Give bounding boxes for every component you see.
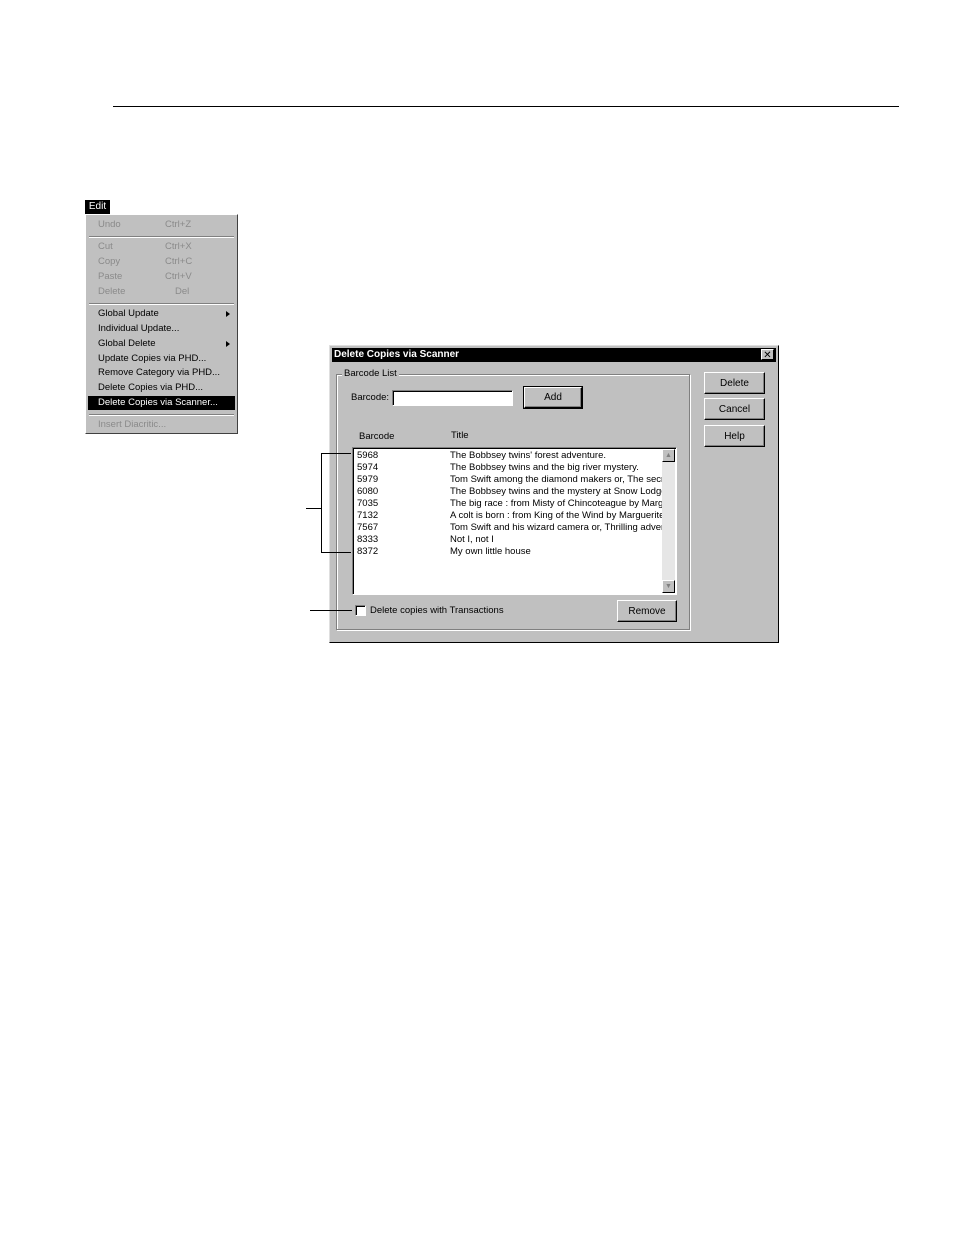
- title-cell: Not I, not I: [450, 534, 494, 545]
- add-button[interactable]: Add: [523, 386, 583, 409]
- title-cell: Tom Swift among the diamond makers or, T…: [450, 474, 662, 485]
- menu-item-insert-diacritic[interactable]: Insert Diacritic...: [88, 418, 235, 432]
- list-item[interactable]: 7035 The big race : from Misty of Chinco…: [357, 498, 662, 510]
- menu-item-undo[interactable]: Undo Ctrl+Z: [88, 218, 235, 232]
- group-label: Barcode List: [342, 368, 399, 380]
- menu-item-label: Global Update: [98, 308, 159, 319]
- cancel-button[interactable]: Cancel: [704, 398, 765, 420]
- menu-item-label: Undo: [98, 219, 121, 230]
- callout-bracket: [321, 453, 351, 454]
- menu-item-label: Paste: [98, 271, 123, 282]
- menu-item-label: Insert Diacritic...: [98, 419, 167, 430]
- delete-button[interactable]: Delete: [704, 372, 765, 394]
- menu-item-global-delete[interactable]: Global Delete: [88, 337, 235, 351]
- scroll-up-icon[interactable]: ▲: [662, 449, 675, 462]
- title-cell: My own little house: [450, 546, 531, 557]
- vertical-scrollbar[interactable]: ▲ ▼: [662, 449, 675, 593]
- title-cell: Tom Swift and his wizard camera or, Thri…: [450, 522, 662, 533]
- title-cell: The Bobbsey twins and the mystery at Sno…: [450, 486, 662, 497]
- list-item[interactable]: 5968 The Bobbsey twins' forest adventure…: [357, 450, 662, 462]
- barcode-cell: 7132: [357, 510, 379, 521]
- callout-bracket: [321, 552, 351, 553]
- header-rule: [113, 106, 899, 107]
- edit-menu: Undo Ctrl+Z Cut Ctrl+X Copy Ctrl+C Paste…: [85, 214, 238, 434]
- menu-item-delete-copies-scanner[interactable]: Delete Copies via Scanner...: [88, 396, 235, 410]
- title-cell: The big race : from Misty of Chincoteagu…: [450, 498, 662, 509]
- list-item[interactable]: 5974 The Bobbsey twins and the big river…: [357, 462, 662, 474]
- menu-item-label: Update Copies via PHD...: [98, 353, 207, 364]
- barcode-input[interactable]: [392, 390, 513, 406]
- menu-item-label: Delete Copies via PHD...: [98, 382, 204, 393]
- menu-item-label: Delete Copies via Scanner...: [98, 397, 218, 408]
- list-item[interactable]: 5979 Tom Swift among the diamond makers …: [357, 474, 662, 486]
- callout-leader-checkbox: [310, 610, 352, 611]
- menu-item-label: Global Delete: [98, 338, 156, 349]
- menu-separator: [89, 236, 234, 238]
- delete-copies-dialog: Delete Copies via Scanner ✕ Barcode List…: [329, 345, 779, 643]
- callout-leader: [306, 508, 321, 509]
- submenu-arrow-icon: [226, 311, 230, 317]
- dialog-titlebar: Delete Copies via Scanner ✕: [332, 348, 776, 362]
- menu-item-shortcut: Del: [175, 286, 190, 297]
- help-button[interactable]: Help: [704, 425, 765, 447]
- menu-item-individual-update[interactable]: Individual Update...: [88, 322, 235, 336]
- barcode-cell: 7035: [357, 498, 379, 509]
- submenu-arrow-icon: [226, 341, 230, 347]
- list-item[interactable]: 7132 A colt is born : from King of the W…: [357, 510, 662, 522]
- menu-item-copy[interactable]: Copy Ctrl+C: [88, 255, 235, 269]
- menu-item-paste[interactable]: Paste Ctrl+V: [88, 270, 235, 284]
- list-item[interactable]: 8372 My own little house: [357, 546, 662, 558]
- menu-item-shortcut: Ctrl+X: [165, 241, 192, 252]
- title-cell: The Bobbsey twins' forest adventure.: [450, 450, 607, 461]
- title-cell: A colt is born : from King of the Wind b…: [450, 510, 662, 521]
- menu-item-shortcut: Ctrl+V: [165, 271, 192, 282]
- barcode-label: Barcode:: [351, 392, 390, 403]
- barcode-cell: 5979: [357, 474, 379, 485]
- menu-separator: [89, 303, 234, 305]
- menu-item-cut[interactable]: Cut Ctrl+X: [88, 240, 235, 254]
- menu-item-label: Copy: [98, 256, 121, 267]
- scroll-down-icon[interactable]: ▼: [662, 580, 675, 593]
- barcode-list[interactable]: 5968 The Bobbsey twins' forest adventure…: [352, 447, 677, 595]
- menu-item-update-copies-phd[interactable]: Update Copies via PHD...: [88, 352, 235, 366]
- barcode-cell: 8333: [357, 534, 379, 545]
- column-header-barcode[interactable]: Barcode: [359, 431, 394, 443]
- barcode-cell: 8372: [357, 546, 379, 557]
- dialog-title: Delete Copies via Scanner: [334, 349, 460, 360]
- barcode-cell: 6080: [357, 486, 379, 497]
- menu-item-label: Individual Update...: [98, 323, 180, 334]
- barcode-cell: 5968: [357, 450, 379, 461]
- menu-item-delete-copies-phd[interactable]: Delete Copies via PHD...: [88, 381, 235, 395]
- transactions-checkbox-label: Delete copies with Transactions: [370, 605, 504, 616]
- remove-button[interactable]: Remove: [617, 600, 677, 622]
- menu-item-label: Cut: [98, 241, 113, 252]
- menu-separator: [89, 414, 234, 416]
- list-item[interactable]: 7567 Tom Swift and his wizard camera or,…: [357, 522, 662, 534]
- barcode-cell: 7567: [357, 522, 379, 533]
- close-icon[interactable]: ✕: [761, 349, 774, 361]
- menu-item-label: Delete: [98, 286, 126, 297]
- transactions-checkbox[interactable]: [355, 605, 366, 616]
- menu-item-shortcut: Ctrl+C: [165, 256, 193, 267]
- menu-edit-title[interactable]: Edit: [85, 200, 110, 214]
- callout-bracket: [321, 453, 322, 553]
- column-header-title[interactable]: Title: [451, 430, 469, 442]
- list-item[interactable]: 8333 Not I, not I: [357, 534, 662, 546]
- menu-item-remove-category-phd[interactable]: Remove Category via PHD...: [88, 366, 235, 380]
- menu-item-delete[interactable]: Delete Del: [88, 285, 235, 299]
- menu-item-global-update[interactable]: Global Update: [88, 307, 235, 321]
- title-cell: The Bobbsey twins and the big river myst…: [450, 462, 639, 473]
- menu-item-shortcut: Ctrl+Z: [165, 219, 192, 230]
- barcode-cell: 5974: [357, 462, 379, 473]
- menu-item-label: Remove Category via PHD...: [98, 367, 220, 378]
- list-item[interactable]: 6080 The Bobbsey twins and the mystery a…: [357, 486, 662, 498]
